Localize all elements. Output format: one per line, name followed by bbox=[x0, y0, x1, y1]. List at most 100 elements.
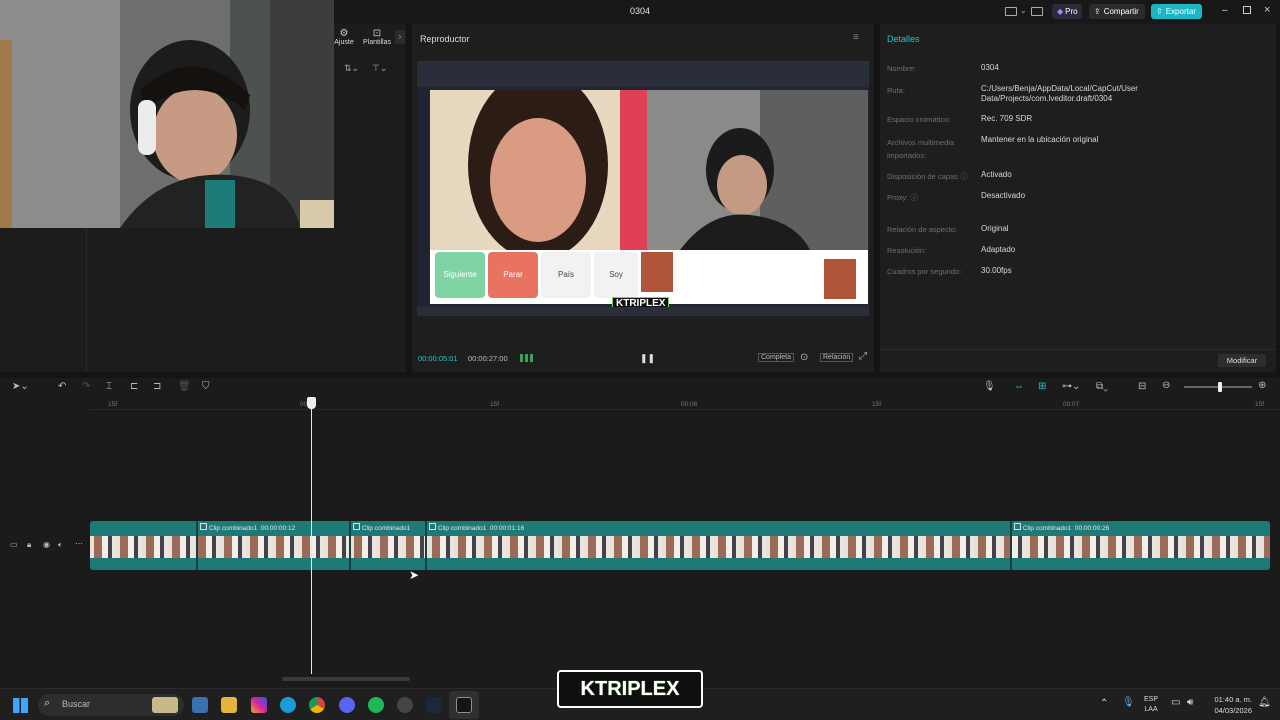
fullscreen-icon[interactable]: ⤢ bbox=[859, 351, 867, 362]
pause-icon[interactable]: ❚❚ bbox=[640, 353, 655, 364]
details-label-proxy: Proxy: ⓘ bbox=[887, 193, 918, 202]
cover-icon[interactable]: ▭ bbox=[10, 541, 18, 549]
total-time: 00:00:27:00 bbox=[468, 354, 508, 363]
maximize-icon[interactable] bbox=[1243, 6, 1251, 14]
playhead-line[interactable] bbox=[311, 404, 312, 674]
clip-label: Clip combinado1 bbox=[353, 523, 410, 532]
clip-divider bbox=[349, 521, 351, 570]
pro-button[interactable]: ◆ Pro bbox=[1052, 4, 1082, 19]
app-icon[interactable] bbox=[397, 697, 413, 713]
steam-icon[interactable] bbox=[426, 697, 442, 713]
ratio-button[interactable]: Relación bbox=[820, 353, 854, 362]
adjust-tab[interactable]: ⚙ Ajuste bbox=[334, 28, 354, 46]
audio-meter-icon bbox=[520, 354, 534, 362]
complete-button[interactable]: Completa bbox=[758, 353, 794, 362]
timeline-scrollbar[interactable] bbox=[282, 677, 410, 681]
details-value-resolution: Adaptado bbox=[981, 245, 1016, 254]
zoom-slider-thumb[interactable] bbox=[1218, 382, 1222, 392]
preview-button-soy: Soy bbox=[594, 252, 638, 298]
more-icon[interactable]: ⋯ bbox=[75, 540, 83, 548]
video-preview: Siguiente Parar País Soy KTRIPLEX bbox=[417, 61, 869, 316]
clip-label: Clip combinado1 00:00:00:26 bbox=[1014, 523, 1109, 532]
menu-icon[interactable]: ≡ bbox=[853, 32, 859, 43]
notification-icon[interactable]: 🔔︎ bbox=[1258, 697, 1271, 708]
details-value-name: 0304 bbox=[981, 63, 999, 72]
lock-icon[interactable]: 🔒︎ bbox=[27, 541, 31, 549]
zoom-in-icon[interactable]: ⊕ bbox=[1258, 381, 1266, 391]
preview-button-next: Siguiente bbox=[435, 252, 485, 298]
minimize-icon[interactable]: – bbox=[1222, 5, 1228, 16]
chevron-down-icon[interactable]: ⌄ bbox=[1020, 6, 1027, 15]
upload-icon: ⇧ bbox=[1156, 7, 1163, 16]
select-tool-icon[interactable]: ➤⌄ bbox=[12, 382, 29, 392]
ruler-label: 15f bbox=[490, 401, 500, 408]
delete-icon[interactable]: 🗑 bbox=[178, 382, 191, 392]
shield-icon[interactable]: ⛉ bbox=[202, 382, 210, 392]
volume-tray-icon[interactable]: 🔊︎ bbox=[1187, 697, 1193, 708]
split-left-icon[interactable]: ⊏ bbox=[130, 382, 138, 392]
search-box[interactable]: ⌕ Buscar bbox=[38, 694, 184, 716]
mouse-cursor-icon: ➤ bbox=[409, 568, 420, 582]
split-icon[interactable]: ⌶ bbox=[106, 382, 112, 392]
windows-start-icon[interactable] bbox=[13, 698, 28, 713]
link-icon[interactable]: ⊶⌄ bbox=[1062, 382, 1080, 392]
playhead-handle[interactable] bbox=[307, 397, 316, 409]
instagram-icon[interactable] bbox=[251, 697, 267, 713]
chevron-up-icon[interactable]: ⌃ bbox=[1100, 698, 1108, 709]
volume-icon[interactable]: 🔈︎ bbox=[58, 541, 63, 549]
chrome-icon[interactable] bbox=[309, 697, 325, 713]
microphone-tray-icon[interactable]: 🎙 bbox=[1122, 697, 1135, 708]
subtitle-icon[interactable]: ⊟ bbox=[1138, 382, 1146, 392]
diamond-icon: ◆ bbox=[1057, 7, 1064, 16]
preview-sidebar bbox=[417, 87, 429, 307]
modify-button[interactable]: Modificar bbox=[1218, 354, 1266, 367]
close-icon[interactable]: × bbox=[1264, 4, 1270, 16]
clip-icon bbox=[1014, 523, 1021, 530]
discord-icon[interactable] bbox=[339, 697, 355, 713]
clip-filmstrip[interactable] bbox=[90, 536, 1270, 558]
template-icon: ⊡ bbox=[372, 28, 382, 39]
templates-tab[interactable]: ⊡ Plantillas bbox=[360, 28, 394, 46]
sort-icon[interactable]: ⇅⌄ bbox=[344, 63, 359, 74]
network-icon[interactable]: ▭ bbox=[1171, 697, 1180, 708]
clock[interactable]: 01:40 a. m. 04/03/2026 bbox=[1206, 694, 1252, 716]
ruler-label: 15f bbox=[1255, 401, 1265, 408]
clip-divider bbox=[1010, 521, 1012, 570]
zoom-out-icon[interactable]: ⊖ bbox=[1162, 381, 1170, 391]
details-title: Detalles bbox=[887, 34, 920, 44]
export-button[interactable]: ⇧ Exportar bbox=[1151, 4, 1202, 19]
preview-taskbar bbox=[417, 307, 869, 316]
filter-icon[interactable]: ⊤⌄ bbox=[372, 63, 387, 74]
language-indicator[interactable]: ESP LAA bbox=[1144, 695, 1158, 715]
shortcut-icon[interactable] bbox=[1031, 7, 1043, 16]
share-button[interactable]: ⇪ Compartir bbox=[1089, 4, 1145, 19]
details-value-path: C:/Users/Benja/AppData/Local/CapCut/User… bbox=[981, 84, 1138, 103]
preview-browser-bar bbox=[417, 61, 869, 87]
magnet-icon[interactable]: ⊞ bbox=[1038, 382, 1046, 392]
layout-icon[interactable] bbox=[1005, 7, 1017, 16]
ruler-label: 15f bbox=[872, 401, 882, 408]
preview-axis-icon[interactable]: ⧉⌄ bbox=[1096, 382, 1108, 392]
search-icon: ⌕ bbox=[44, 697, 51, 709]
file-explorer-icon[interactable] bbox=[221, 697, 237, 713]
taskview-icon[interactable] bbox=[192, 697, 208, 713]
edge-icon[interactable] bbox=[280, 697, 296, 713]
spotify-icon[interactable] bbox=[368, 697, 384, 713]
undo-icon[interactable]: ↶ bbox=[58, 382, 66, 392]
split-right-icon[interactable]: ⊐ bbox=[153, 382, 161, 392]
webcam-image bbox=[0, 0, 334, 228]
ruler-label: 00:06 bbox=[681, 401, 698, 408]
eye-icon[interactable]: ◉ bbox=[43, 541, 50, 549]
player-title: Reproductor bbox=[420, 34, 470, 44]
screenshot-icon[interactable]: ⊙ bbox=[800, 352, 808, 363]
details-label-resolution: Resolución: bbox=[887, 246, 927, 255]
redo-icon[interactable]: ↷ bbox=[82, 382, 90, 392]
search-placeholder: Buscar bbox=[62, 699, 91, 709]
preview-sticker-right bbox=[824, 259, 856, 299]
left-divider bbox=[86, 224, 87, 372]
details-value-media: Mantener en la ubicación original bbox=[981, 135, 1099, 144]
details-label-aspect: Relación de aspecto: bbox=[887, 225, 958, 234]
microphone-icon[interactable]: 🎙 bbox=[983, 382, 996, 392]
chevron-right-icon[interactable]: › bbox=[395, 30, 405, 44]
link-main-track-icon[interactable]: ⇔ bbox=[1014, 382, 1024, 392]
